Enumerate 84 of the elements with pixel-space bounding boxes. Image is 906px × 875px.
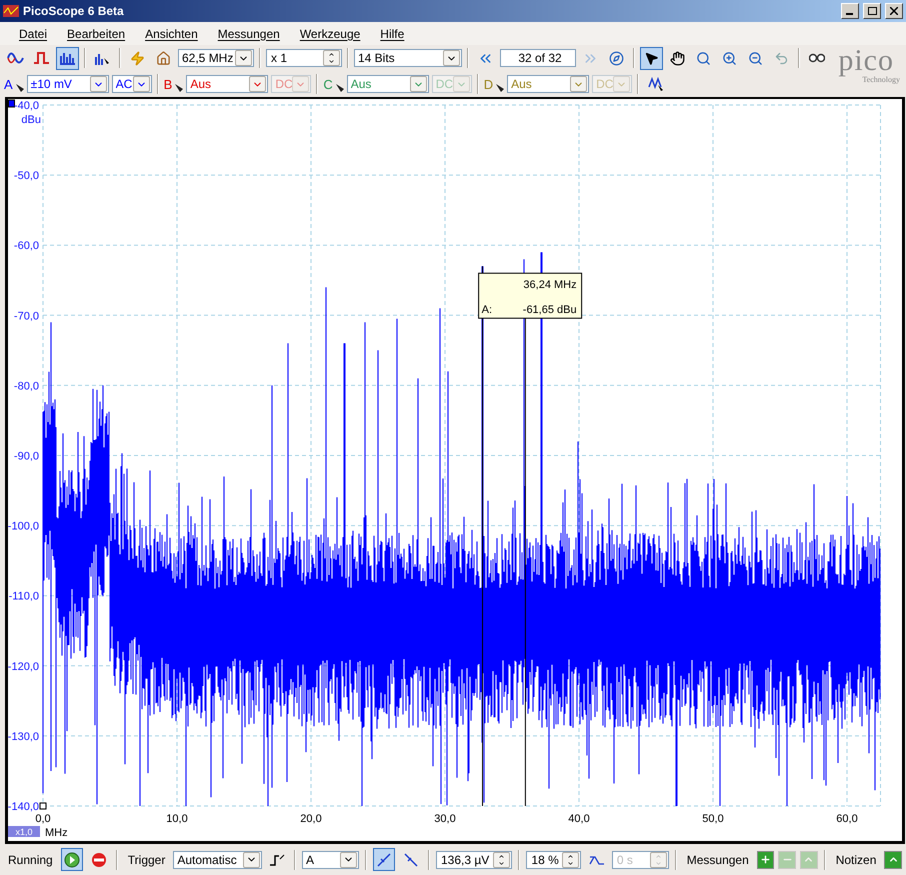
tooltip-value: -61,65 dBu (522, 304, 577, 316)
logo-subtitle: Technology (862, 75, 900, 84)
pretrigger-spinner[interactable]: 18 % (526, 850, 582, 868)
y-tick-label: -50,0 (14, 170, 39, 182)
menu-item[interactable]: Werkzeuge (290, 24, 370, 42)
buffer-field[interactable]: 32 of 32 (500, 49, 576, 67)
zoom-label: x1,0 (16, 827, 32, 837)
x-tick-label: 50,0 (702, 813, 724, 825)
coupling-dropdown[interactable]: AC (112, 75, 152, 93)
plus-icon (760, 854, 772, 865)
trigger-label: Trigger (126, 852, 166, 866)
x-tick-label: 30,0 (434, 813, 456, 825)
caret-icon[interactable] (242, 852, 260, 868)
range-dropdown[interactable]: Aus (507, 75, 590, 93)
rising-edge-icon[interactable] (372, 848, 396, 871)
menu-item[interactable]: Datei (10, 24, 56, 42)
y-tick-label: -80,0 (14, 380, 39, 392)
axis-end-marker (40, 802, 46, 810)
channel-marker (8, 100, 15, 108)
caret-icon[interactable] (235, 50, 252, 66)
x-unit-label: MHz (45, 827, 68, 839)
x-tick-label: 60,0 (836, 813, 858, 825)
y-tick-label: -90,0 (14, 450, 39, 462)
y-tick-label: -100,0 (8, 520, 39, 533)
logo-text: pico (838, 47, 894, 75)
probe-icon (175, 84, 184, 92)
menu-item[interactable]: Messungen (208, 24, 289, 42)
run-button[interactable] (60, 848, 84, 871)
x-tick-label: 10,0 (166, 813, 188, 825)
multiplier-spinner[interactable]: x 1 (266, 49, 342, 67)
y-unit-label: dBu (21, 114, 41, 126)
y-tick-label: -140,0 (8, 801, 39, 813)
x-tick-label: 0,0 (35, 813, 51, 825)
notes-label: Notizen (834, 852, 878, 866)
y-tick-label: -110,0 (8, 590, 39, 603)
range-dropdown[interactable]: Aus (186, 75, 268, 93)
probe-icon (496, 84, 504, 92)
measurements-label: Messungen (686, 852, 750, 866)
y-tick-label: -120,0 (8, 660, 39, 673)
caret-icon[interactable] (340, 852, 357, 868)
y-tick-label: -70,0 (14, 310, 39, 322)
zoom-badge-background (8, 826, 40, 837)
trigger-channel-dropdown[interactable]: A (302, 850, 359, 868)
caret-icon[interactable] (132, 76, 150, 92)
pointer-icon[interactable] (640, 46, 663, 70)
status-text: Running (7, 852, 54, 866)
maximize-button[interactable] (863, 3, 881, 19)
channel-label: C (323, 76, 333, 92)
y-tick-label: -60,0 (14, 240, 39, 252)
range-dropdown[interactable]: Aus (346, 75, 429, 93)
menu-item[interactable]: Bearbeiten (58, 24, 134, 42)
add-measurement-button[interactable] (756, 850, 774, 868)
menu-item[interactable]: Hilfe (371, 24, 414, 42)
y-tick-label: -40,0 (14, 100, 39, 112)
spin-arrows-icon[interactable] (323, 50, 340, 66)
window-title: PicoScope 6 Beta (23, 4, 125, 18)
menu-item[interactable]: Ansichten (136, 24, 207, 42)
spin-arrows-icon[interactable] (493, 852, 510, 868)
channel-label: B (164, 76, 172, 92)
maximize-icon (868, 7, 876, 15)
close-icon (890, 7, 898, 15)
trigger-mode-dropdown[interactable]: Automatisc (173, 850, 262, 868)
x-tick-label: 40,0 (568, 813, 590, 825)
close-button[interactable] (885, 3, 903, 19)
caret-icon[interactable] (443, 50, 460, 66)
threshold-spinner[interactable]: 136,3 µV (436, 850, 512, 868)
range-dropdown[interactable]: ±10 mV (26, 75, 109, 93)
minimize-button[interactable] (841, 3, 859, 19)
resolution-dropdown[interactable]: 14 Bits (354, 49, 462, 67)
spin-arrows-icon[interactable] (562, 852, 580, 868)
tooltip-frequency: 36,24 MHz (523, 279, 577, 292)
tooltip-channel: A: (482, 304, 492, 316)
y-tick-label: -130,0 (8, 730, 39, 743)
notes-toggle-button[interactable] (884, 850, 902, 868)
caret-icon[interactable] (249, 76, 266, 92)
channel-label: D (484, 76, 494, 92)
caret-icon[interactable] (90, 76, 107, 92)
probe-icon (16, 84, 24, 92)
spectrum-mode-icon[interactable] (56, 46, 79, 70)
channel-label: A (4, 76, 13, 92)
probe-icon (336, 84, 344, 92)
timebase-dropdown[interactable]: 62,5 MHz (178, 49, 254, 67)
x-tick-label: 20,0 (300, 813, 322, 825)
app-icon (3, 5, 19, 17)
